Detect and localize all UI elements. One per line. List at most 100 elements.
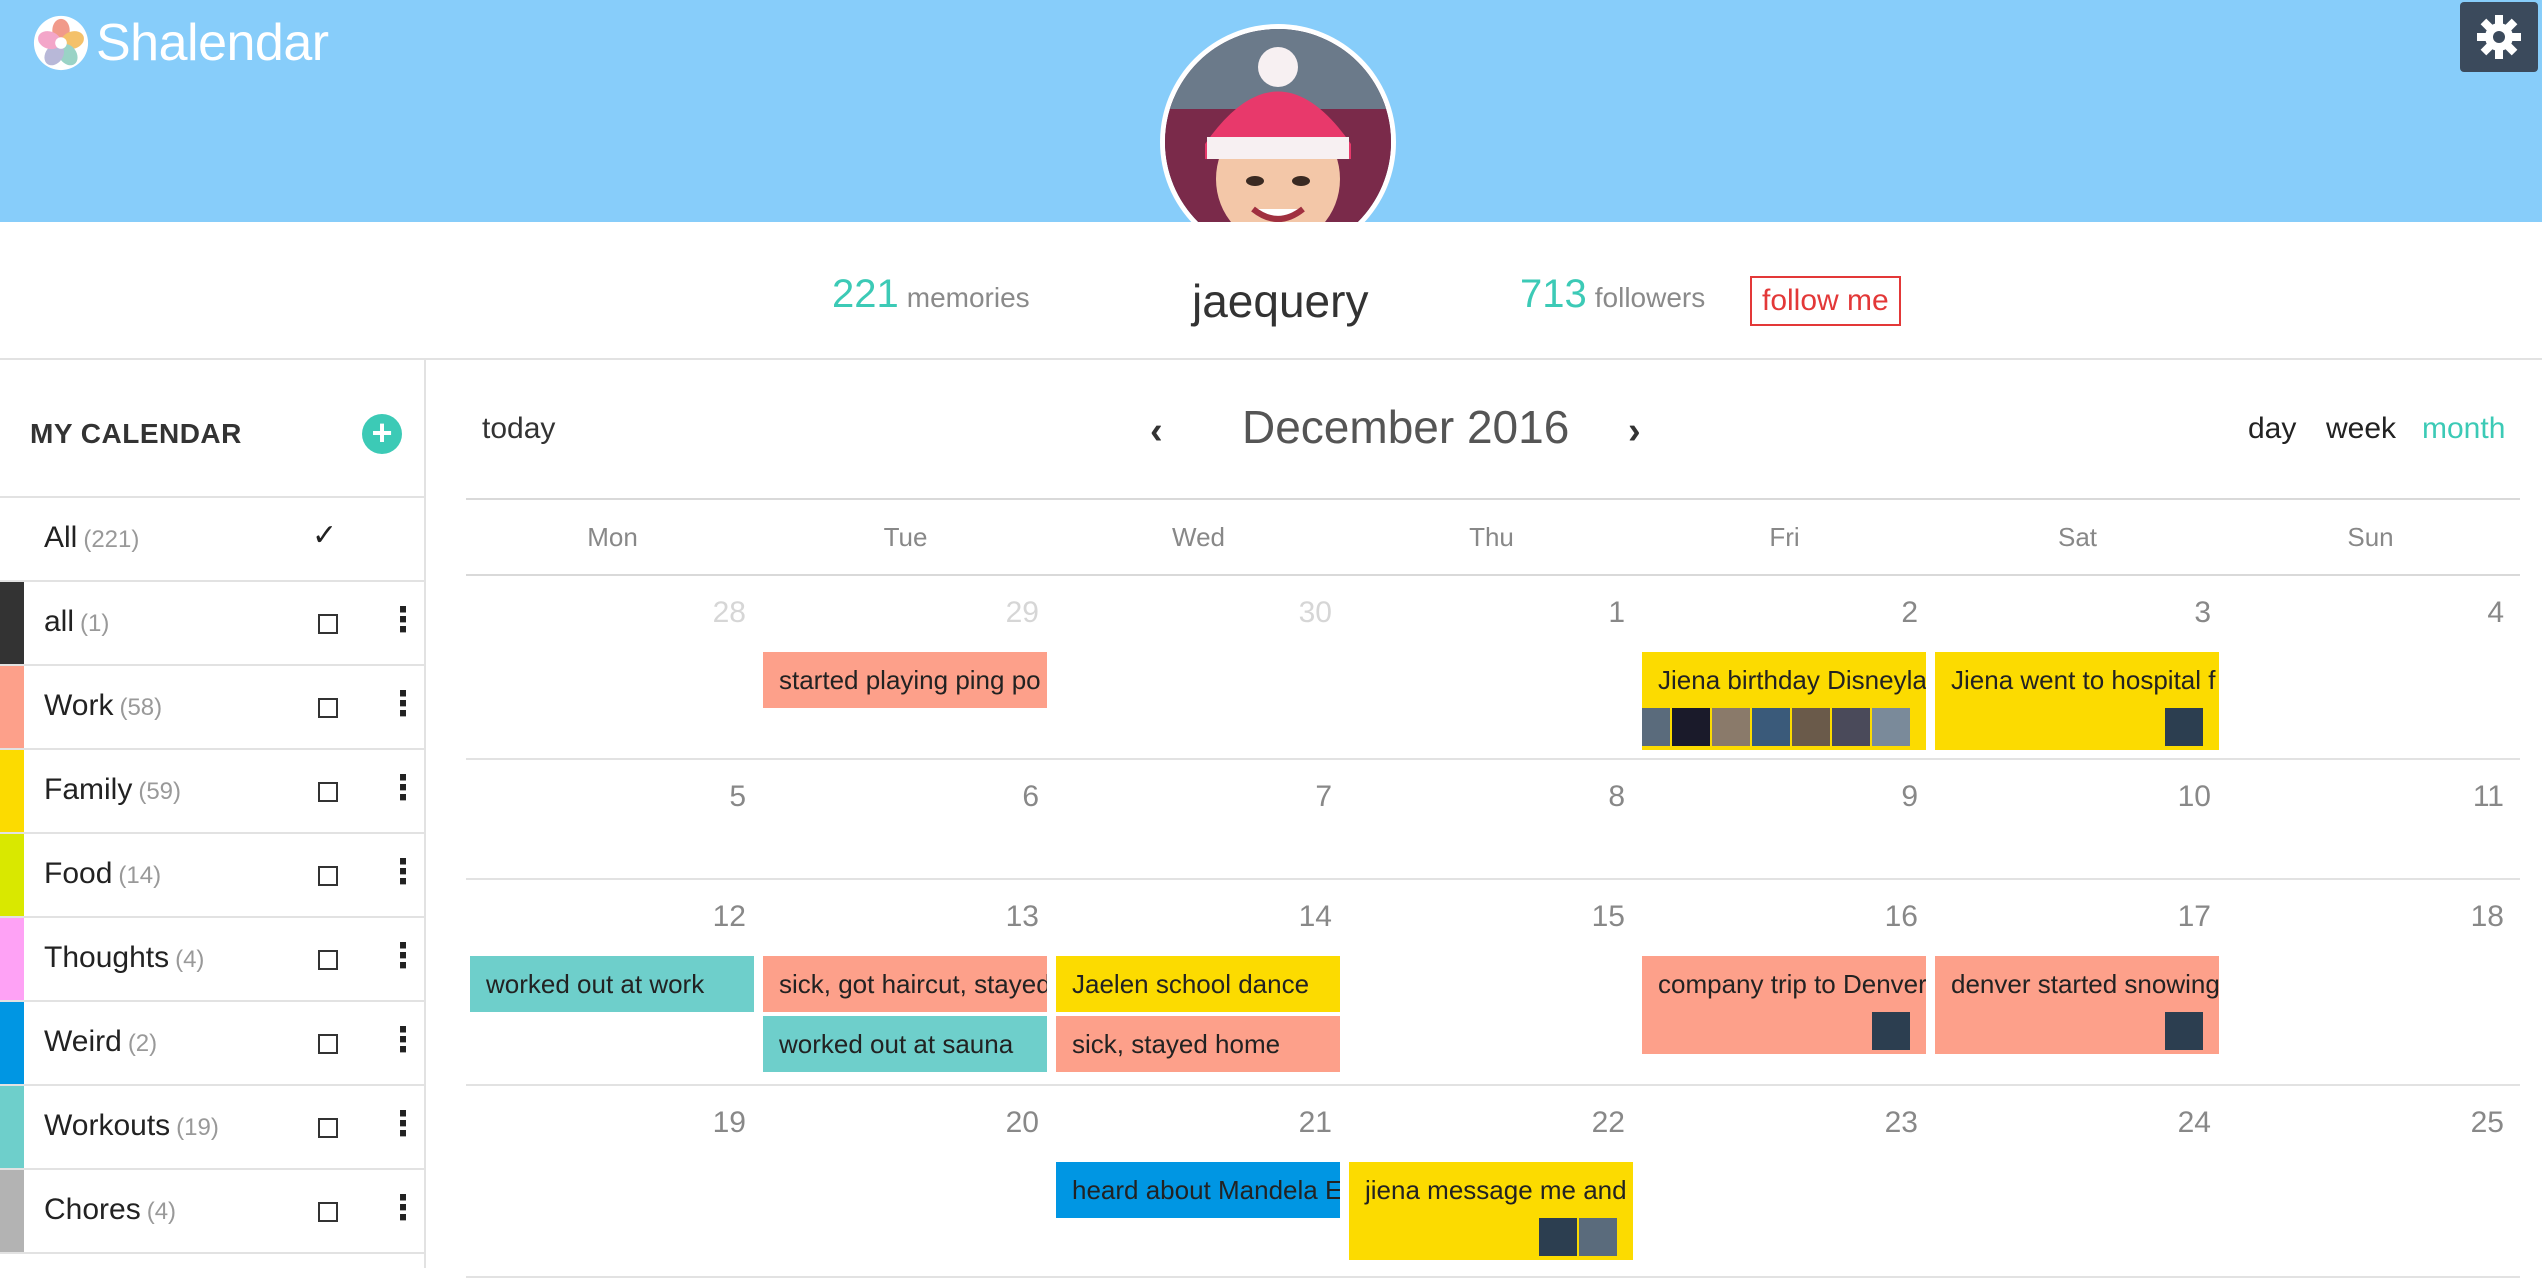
checkbox-icon[interactable] (318, 1202, 338, 1222)
day-number[interactable]: 11 (2224, 780, 2504, 814)
more-options-icon[interactable]: ⋮ (386, 1104, 420, 1144)
calendar-event[interactable]: sick, got haircut, stayed (763, 956, 1047, 1012)
day-number[interactable]: 7 (1052, 780, 1332, 814)
photo-thumbnail[interactable] (1579, 1218, 1617, 1256)
calendar-event[interactable]: worked out at sauna (763, 1016, 1047, 1072)
day-number[interactable]: 1 (1345, 596, 1625, 630)
category-item[interactable]: Workouts (19) ⋮ (0, 1086, 424, 1170)
day-number[interactable]: 29 (759, 596, 1039, 630)
checkbox-icon[interactable] (318, 782, 338, 802)
checkmark-icon[interactable]: ✓ (312, 518, 337, 553)
calendar-event[interactable]: Jiena birthday Disneyla (1642, 652, 1926, 750)
category-item[interactable]: Work (58) ⋮ (0, 666, 424, 750)
day-number[interactable]: 21 (1052, 1106, 1332, 1140)
next-month-button[interactable]: › (1628, 410, 1641, 453)
event-thumbnails (2163, 708, 2203, 746)
view-day-button[interactable]: day (2248, 412, 2296, 446)
weekday-label: Sun (2347, 522, 2394, 552)
checkbox-icon[interactable] (318, 1118, 338, 1138)
category-item[interactable]: All (221) ✓ (0, 498, 424, 582)
day-number[interactable]: 10 (1931, 780, 2211, 814)
more-options-icon[interactable]: ⋮ (386, 768, 420, 808)
more-options-icon[interactable]: ⋮ (386, 936, 420, 976)
category-item[interactable]: Weird (2) ⋮ (0, 1002, 424, 1086)
calendar-event[interactable]: company trip to Denver (1642, 956, 1926, 1054)
more-options-icon[interactable]: ⋮ (386, 684, 420, 724)
day-number[interactable]: 24 (1931, 1106, 2211, 1140)
day-number[interactable]: 16 (1638, 900, 1918, 934)
photo-thumbnail[interactable] (2165, 1012, 2203, 1050)
day-number[interactable]: 22 (1345, 1106, 1625, 1140)
app-logo[interactable]: Shalendar (32, 12, 329, 74)
day-number[interactable]: 6 (759, 780, 1039, 814)
weekday-label: Fri (1769, 522, 1800, 552)
checkbox-icon[interactable] (318, 1034, 338, 1054)
checkbox-icon[interactable] (318, 614, 338, 634)
category-item[interactable]: Family (59) ⋮ (0, 750, 424, 834)
photo-thumbnail[interactable] (1832, 708, 1870, 746)
category-item[interactable]: Chores (4) ⋮ (0, 1170, 424, 1254)
memories-stat[interactable]: 221 memories (832, 272, 1030, 317)
settings-button[interactable] (2460, 2, 2538, 72)
day-number[interactable]: 13 (759, 900, 1039, 934)
day-number[interactable]: 9 (1638, 780, 1918, 814)
view-month-button[interactable]: month (2422, 412, 2505, 446)
more-options-icon[interactable]: ⋮ (386, 852, 420, 892)
day-number[interactable]: 25 (2224, 1106, 2504, 1140)
calendar-event[interactable]: started playing ping po (763, 652, 1047, 708)
day-number[interactable]: 8 (1345, 780, 1625, 814)
day-number[interactable]: 28 (466, 596, 746, 630)
category-item[interactable]: all (1) ⋮ (0, 582, 424, 666)
calendar-event[interactable]: denver started snowing (1935, 956, 2219, 1054)
day-number[interactable]: 30 (1052, 596, 1332, 630)
day-number[interactable]: 12 (466, 900, 746, 934)
more-options-icon[interactable]: ⋮ (386, 1020, 420, 1060)
day-number[interactable]: 2 (1638, 596, 1918, 630)
weekday-label: Tue (883, 522, 928, 552)
calendar-event[interactable]: jiena message me and c (1349, 1162, 1633, 1260)
photo-thumbnail[interactable] (1872, 1012, 1910, 1050)
photo-thumbnail[interactable] (1752, 708, 1790, 746)
calendar-event[interactable]: worked out at work (470, 956, 754, 1012)
day-number[interactable]: 18 (2224, 900, 2504, 934)
day-number[interactable]: 14 (1052, 900, 1332, 934)
photo-thumbnail[interactable] (1712, 708, 1750, 746)
photo-thumbnail[interactable] (1672, 708, 1710, 746)
more-options-icon[interactable]: ⋮ (386, 600, 420, 640)
more-options-icon[interactable]: ⋮ (386, 1188, 420, 1228)
day-number[interactable]: 3 (1931, 596, 2211, 630)
calendar-event[interactable]: Jiena went to hospital f (1935, 652, 2219, 750)
category-label: Thoughts (4) (44, 941, 204, 975)
event-thumbnails (1870, 1012, 1910, 1050)
photo-thumbnail[interactable] (1642, 708, 1670, 746)
photo-thumbnail[interactable] (1539, 1218, 1577, 1256)
photo-thumbnail[interactable] (2165, 708, 2203, 746)
day-number[interactable]: 5 (466, 780, 746, 814)
prev-month-button[interactable]: ‹ (1150, 410, 1163, 453)
day-number[interactable]: 17 (1931, 900, 2211, 934)
day-number[interactable]: 4 (2224, 596, 2504, 630)
today-button[interactable]: today (482, 412, 555, 446)
photo-thumbnail[interactable] (1872, 708, 1910, 746)
category-count: (1) (80, 610, 110, 637)
category-item[interactable]: Food (14) ⋮ (0, 834, 424, 918)
calendar-event[interactable]: sick, stayed home (1056, 1016, 1340, 1072)
memories-label: memories (906, 282, 1030, 313)
checkbox-icon[interactable] (318, 866, 338, 886)
calendar-event[interactable]: heard about Mandela E (1056, 1162, 1340, 1218)
view-week-button[interactable]: week (2326, 412, 2396, 446)
checkbox-icon[interactable] (318, 950, 338, 970)
checkbox-icon[interactable] (318, 698, 338, 718)
category-item[interactable]: Thoughts (4) ⋮ (0, 918, 424, 1002)
day-number[interactable]: 23 (1638, 1106, 1918, 1140)
follow-button[interactable]: follow me (1750, 276, 1901, 326)
day-number[interactable]: 20 (759, 1106, 1039, 1140)
photo-thumbnail[interactable] (1792, 708, 1830, 746)
followers-stat[interactable]: 713 followers (1520, 272, 1705, 317)
calendar-event[interactable]: Jaelen school dance (1056, 956, 1340, 1012)
day-number[interactable]: 19 (466, 1106, 746, 1140)
day-number[interactable]: 15 (1345, 900, 1625, 934)
category-name: Workouts (44, 1109, 171, 1142)
add-calendar-button[interactable]: + (362, 414, 402, 454)
event-title: worked out at sauna (779, 1029, 1014, 1059)
